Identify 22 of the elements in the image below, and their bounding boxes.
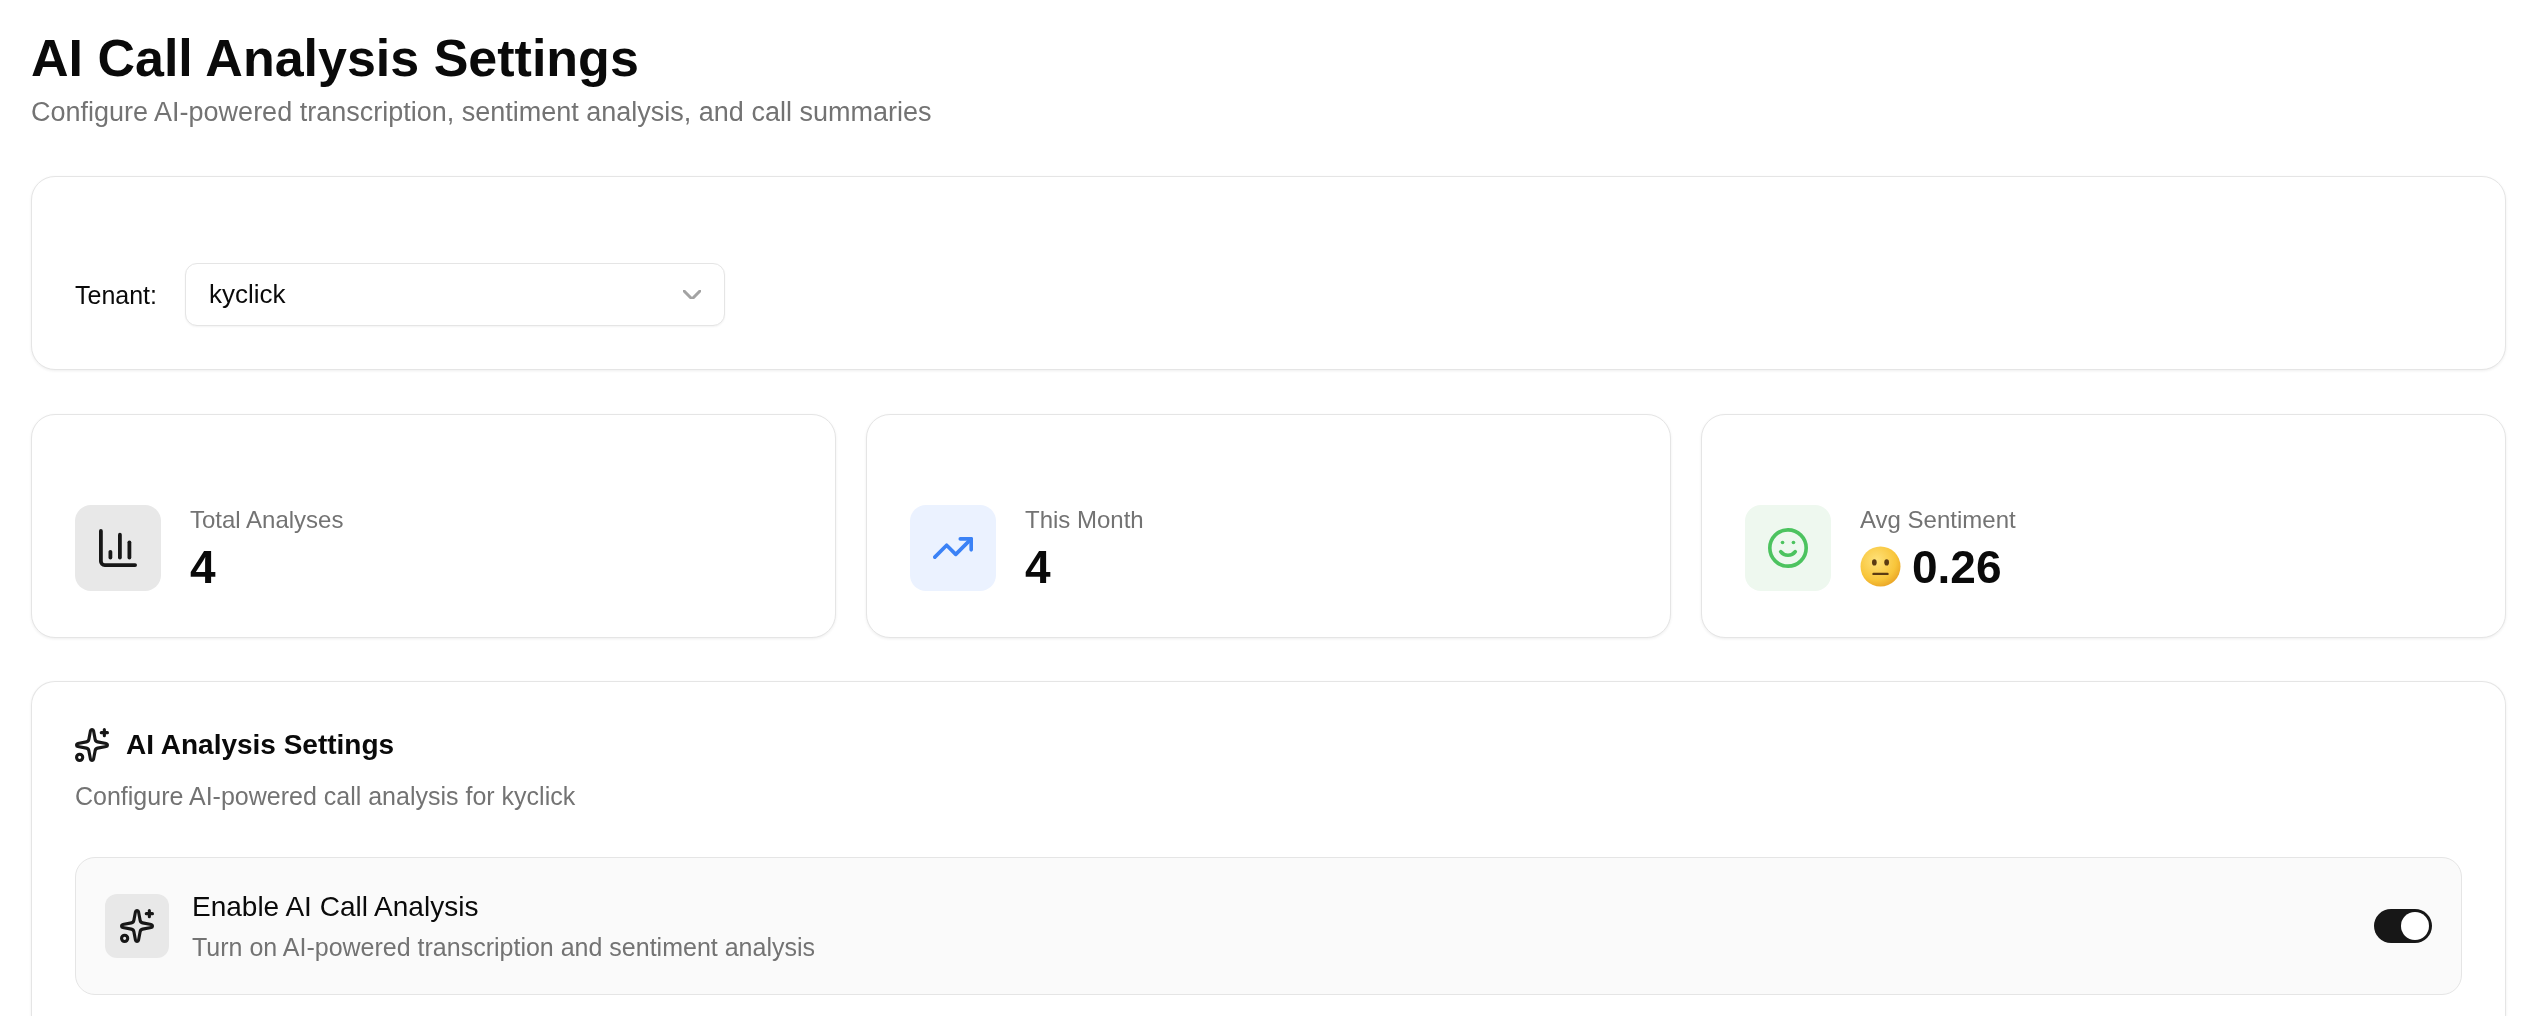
sparkles-icon bbox=[75, 728, 109, 762]
smiley-face-icon bbox=[1745, 505, 1831, 591]
section-title: AI Analysis Settings bbox=[126, 728, 395, 762]
tenant-select[interactable]: kyclick bbox=[185, 263, 725, 326]
chevron-down-icon bbox=[683, 290, 701, 299]
sparkles-icon bbox=[105, 894, 169, 958]
section-description: Configure AI-powered call analysis for kyclick bbox=[75, 781, 577, 812]
toggle-switch[interactable] bbox=[2374, 909, 2432, 943]
neutral-face-icon bbox=[1860, 546, 1901, 587]
trending-up-icon bbox=[910, 505, 996, 591]
page-title: AI Call Analysis Settings bbox=[31, 28, 639, 89]
page-subtitle: Configure AI-powered transcription, sentiment analysis, and call summaries bbox=[31, 96, 932, 129]
stat-label: Total Analyses bbox=[190, 504, 344, 535]
option-title: Enable AI Call Analysis bbox=[192, 889, 479, 924]
stat-value: 4 bbox=[1025, 541, 1051, 592]
stat-label: This Month bbox=[1025, 504, 1144, 535]
option-description: Turn on AI-powered transcription and sentiment analysis bbox=[192, 931, 815, 963]
stat-value: 0.26 bbox=[1912, 541, 2002, 592]
bar-chart-icon bbox=[75, 505, 161, 591]
stat-label: Avg Sentiment bbox=[1860, 504, 2016, 535]
tenant-label: Tenant: bbox=[75, 279, 157, 311]
stat-value: 4 bbox=[190, 541, 216, 592]
